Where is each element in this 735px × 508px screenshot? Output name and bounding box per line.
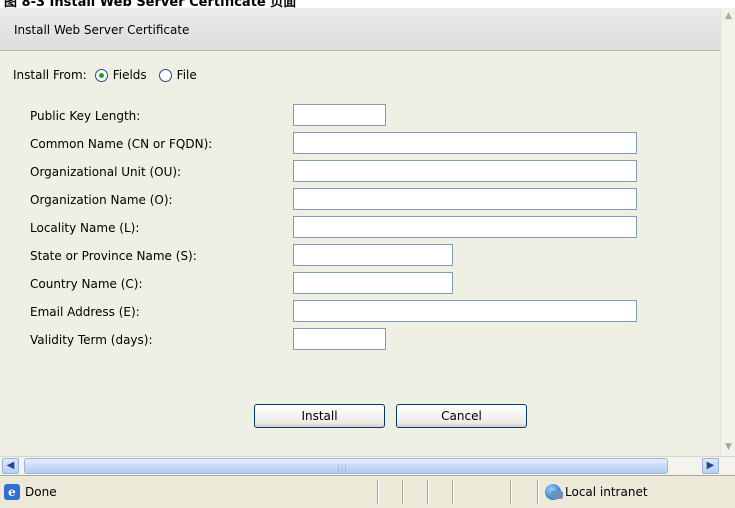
status-separator [452,480,454,504]
install-from-group: Install From: Fields File [13,67,197,83]
intranet-globe-icon [545,484,563,500]
cancel-button[interactable]: Cancel [396,404,527,428]
validity-term-label: Validity Term (days): [30,333,153,347]
country-name-input[interactable] [293,272,453,294]
common-name-label: Common Name (CN or FQDN): [30,137,213,151]
fields-radio-label[interactable]: Fields [113,68,147,82]
status-text: Done [25,485,57,499]
file-radio-label[interactable]: File [177,68,197,82]
install-button[interactable]: Install [254,404,385,428]
file-radio[interactable] [158,68,172,82]
validity-term-input[interactable] [293,328,386,350]
status-separator [537,480,539,504]
status-separator [377,480,379,504]
public-key-length-label: Public Key Length: [30,109,141,123]
vertical-scrollbar[interactable]: ▲ ▼ [720,8,735,456]
locality-name-label: Locality Name (L): [30,221,140,235]
organization-name-input[interactable] [293,188,637,210]
country-name-label: Country Name (C): [30,277,143,291]
state-province-label: State or Province Name (S): [30,249,197,263]
common-name-input[interactable] [293,132,637,154]
fields-radio[interactable] [94,68,108,82]
status-separator [427,480,429,504]
status-left: e Done [4,484,57,500]
ie-page-icon: e [4,484,20,500]
organizational-unit-input[interactable] [293,160,637,182]
install-from-label: Install From: [13,68,87,82]
locality-name-input[interactable] [293,216,637,238]
state-province-input[interactable] [293,244,453,266]
email-address-input[interactable] [293,300,637,322]
organizational-unit-label: Organizational Unit (OU): [30,165,182,179]
status-separator [510,480,512,504]
status-bar: e Done Local intranet [0,475,735,508]
security-zone[interactable]: Local intranet [545,484,648,500]
zone-text: Local intranet [565,485,648,499]
panel-header: Install Web Server Certificate [0,8,720,51]
certificate-panel: Install Web Server Certificate Install F… [0,8,720,456]
organization-name-label: Organization Name (O): [30,193,173,207]
email-address-label: Email Address (E): [30,305,140,319]
status-separator [402,480,404,504]
scroll-right-icon[interactable]: ▶ [702,458,719,474]
public-key-length-input[interactable] [293,104,386,126]
scroll-left-icon[interactable]: ◀ [2,458,19,474]
scroll-up-icon[interactable]: ▲ [721,8,735,25]
panel-title: Install Web Server Certificate [14,23,190,37]
scroll-down-icon[interactable]: ▼ [721,439,735,456]
horizontal-scrollbar[interactable]: ◀ ||| ▶ [0,456,735,475]
page-caption: 图 8-3 Install Web Server Certificate 页面 [4,0,297,8]
horizontal-scroll-thumb[interactable]: ||| [24,458,668,474]
scroll-grip-icon: ||| [337,463,349,472]
